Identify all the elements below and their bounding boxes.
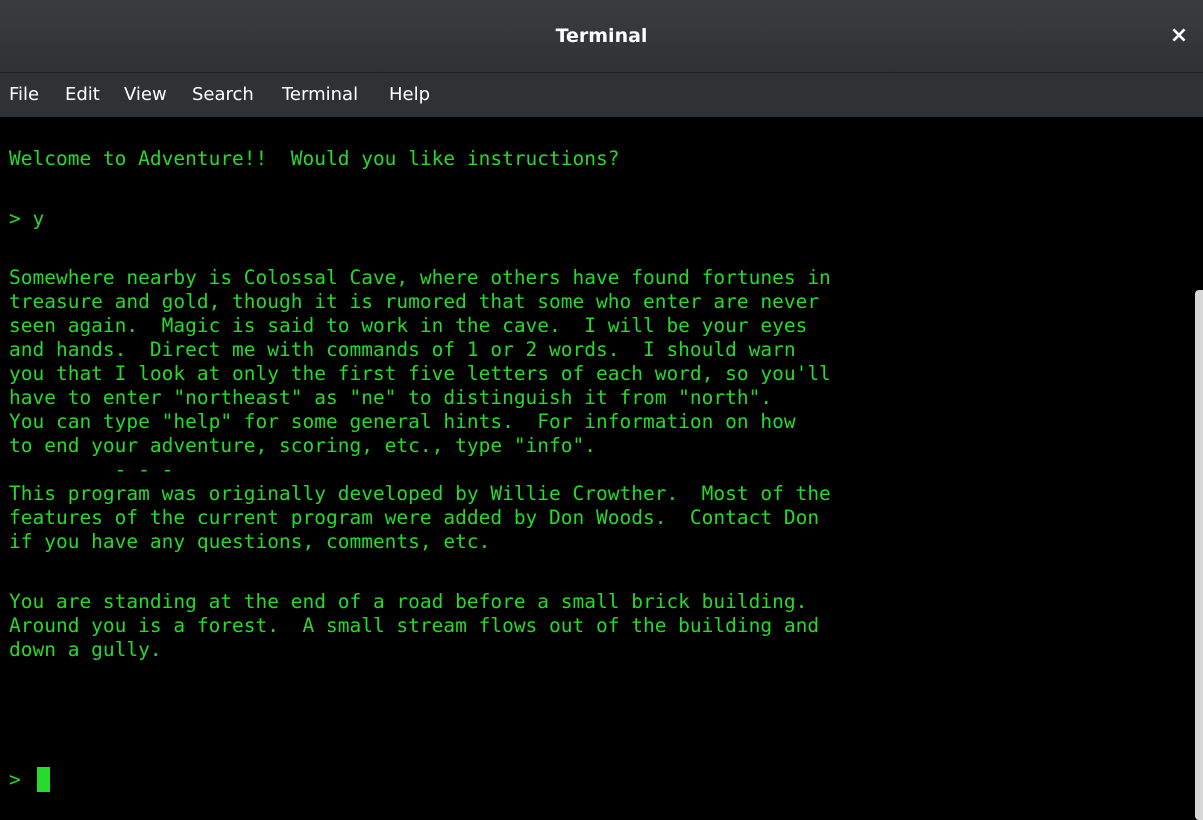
menu-search[interactable]: Search <box>192 73 254 117</box>
terminal-line: if you have any questions, comments, etc… <box>9 530 491 553</box>
terminal-line: features of the current program were add… <box>9 506 820 529</box>
terminal-line: you that I look at only the first five l… <box>9 362 831 385</box>
menu-view[interactable]: View <box>124 73 167 117</box>
terminal-line: > y <box>9 207 45 230</box>
menu-bar: File Edit View Search Terminal Help <box>0 73 1203 117</box>
terminal-line: seen again. Magic is said to work in the… <box>9 314 808 337</box>
terminal-line: Welcome to Adventure!! Would you like in… <box>9 147 620 170</box>
menu-edit[interactable]: Edit <box>65 73 100 117</box>
menu-help[interactable]: Help <box>389 73 430 117</box>
terminal-line: and hands. Direct me with commands of 1 … <box>9 338 796 361</box>
terminal-line: You can type "help" for some general hin… <box>9 410 796 433</box>
terminal-line: treasure and gold, though it is rumored … <box>9 290 820 313</box>
terminal-line: Somewhere nearby is Colossal Cave, where… <box>9 266 831 289</box>
terminal-line: This program was originally developed by… <box>9 482 831 505</box>
text-cursor <box>37 767 50 792</box>
terminal-separator: - - - <box>9 458 174 481</box>
close-icon[interactable]: × <box>1165 22 1193 50</box>
terminal-window: Terminal × File Edit View Search Termina… <box>0 0 1203 820</box>
window-title: Terminal <box>555 25 648 47</box>
terminal-line: have to enter "northeast" as "ne" to dis… <box>9 386 773 409</box>
terminal-line: Around you is a forest. A small stream f… <box>9 614 820 637</box>
menu-file[interactable]: File <box>9 73 39 117</box>
terminal-line: You are standing at the end of a road be… <box>9 590 808 613</box>
title-bar: Terminal × <box>0 0 1203 73</box>
terminal-output[interactable]: Welcome to Adventure!! Would you like in… <box>0 117 1203 820</box>
terminal-line: down a gully. <box>9 638 162 661</box>
menu-terminal[interactable]: Terminal <box>282 73 358 117</box>
terminal-prompt: > <box>9 768 21 791</box>
terminal-line: to end your adventure, scoring, etc., ty… <box>9 434 596 457</box>
scrollbar[interactable] <box>1195 290 1203 820</box>
